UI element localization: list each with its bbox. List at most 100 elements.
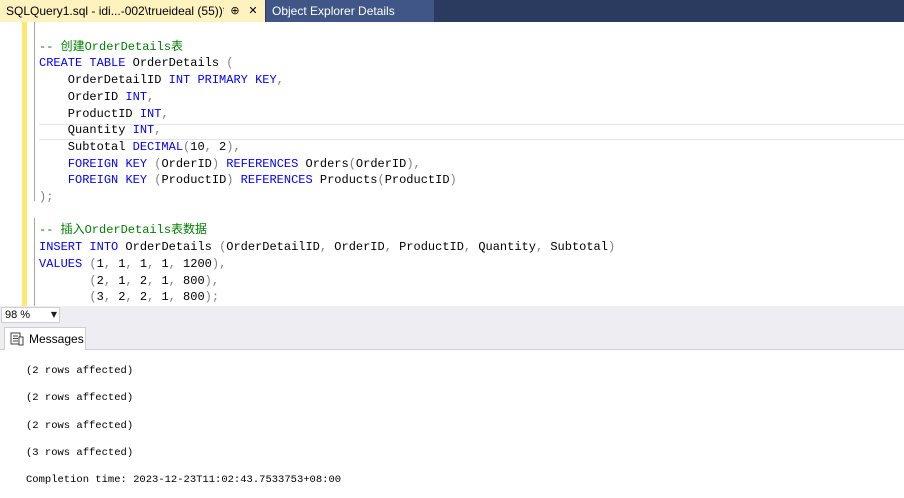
- code-line[interactable]: VALUES (1, 1, 1, 1, 1200),: [39, 256, 226, 273]
- code-operator: ,: [154, 123, 162, 138]
- tab-sqlquery1[interactable]: SQLQuery1.sql - idi...-002\trueideal (55…: [0, 0, 265, 22]
- code-line[interactable]: Quantity INT,: [39, 122, 162, 139]
- code-text: OrderID: [327, 240, 385, 255]
- editor-margin[interactable]: [0, 22, 22, 306]
- code-keyword: KEY: [255, 73, 277, 88]
- code-text: Orders: [298, 156, 349, 171]
- code-keyword: KEY: [125, 156, 148, 171]
- code-line[interactable]: (3, 2, 2, 1, 800);: [39, 289, 219, 306]
- tab-messages-label: Messages: [29, 332, 84, 346]
- code-operator: ,: [125, 256, 133, 271]
- code-line[interactable]: FOREIGN KEY (OrderID) REFERENCES Orders(…: [39, 156, 421, 173]
- code-operator: ,: [276, 73, 284, 88]
- outline-guide-insert: [34, 218, 35, 306]
- code-text: 1: [132, 256, 148, 271]
- code-operator: (: [89, 290, 97, 305]
- close-icon[interactable]: ✕: [246, 5, 260, 17]
- code-keyword: FOREIGN: [67, 156, 119, 171]
- code-line[interactable]: ProductID INT,: [39, 106, 169, 123]
- code-operator: ,: [147, 89, 155, 104]
- code-text: Subtotal: [39, 139, 133, 154]
- code-operator: ): [211, 156, 220, 171]
- code-keyword: REFERENCES: [240, 173, 313, 188]
- code-text: OrderID: [161, 156, 212, 171]
- results-tab-strip: Messages: [0, 324, 904, 350]
- outline-guide-create: [34, 22, 35, 201]
- code-operator: ): [607, 240, 616, 255]
- code-operator: (: [226, 56, 234, 71]
- code-operator: (: [377, 173, 385, 188]
- code-text: Subtotal: [543, 240, 608, 255]
- code-line[interactable]: );: [39, 189, 53, 206]
- code-operator: ,: [125, 290, 133, 305]
- code-keyword: INT: [168, 73, 191, 88]
- code-line[interactable]: (2, 1, 2, 1, 800),: [39, 273, 219, 290]
- tab-object-explorer-details[interactable]: Object Explorer Details: [266, 0, 434, 22]
- code-operator: ),: [226, 139, 241, 154]
- code-keyword: INSERT: [39, 240, 83, 255]
- code-comment: -- 插入OrderDetails表数据: [39, 223, 208, 238]
- code-text: 1: [154, 256, 169, 271]
- change-tracking-bar: [22, 22, 27, 306]
- code-keyword: INT: [139, 106, 162, 121]
- code-operator: (: [348, 156, 356, 171]
- messages-pane[interactable]: (2 rows affected) (2 rows affected) (2 r…: [0, 350, 904, 498]
- code-text: 1: [111, 273, 126, 288]
- pin-icon[interactable]: ⊕: [228, 5, 242, 17]
- code-keyword: VALUES: [39, 256, 83, 271]
- code-operator: ,: [168, 273, 176, 288]
- code-line[interactable]: -- 插入OrderDetails表数据: [39, 222, 207, 239]
- code-area[interactable]: -- 创建OrderDetails表 CREATE TABLE OrderDeta…: [39, 22, 904, 306]
- code-operator: ),: [204, 273, 220, 288]
- code-comment: -- 创建OrderDetails表: [39, 39, 184, 54]
- code-line[interactable]: OrderID INT,: [39, 89, 154, 106]
- code-operator: ,: [125, 273, 133, 288]
- message-line: (3 rows affected): [26, 447, 134, 459]
- code-keyword: INT: [125, 89, 148, 104]
- outlining-margin: [31, 22, 39, 306]
- code-operator: ,: [384, 240, 392, 255]
- code-text: ProductID: [384, 173, 450, 188]
- code-text: OrderDetails: [125, 56, 227, 71]
- code-keyword: INTO: [89, 240, 119, 255]
- code-operator: ),: [406, 156, 421, 171]
- code-text: Products: [312, 173, 378, 188]
- tab-messages[interactable]: Messages: [4, 327, 86, 350]
- tabstrip-empty-area: [434, 0, 904, 22]
- document-tab-strip: SQLQuery1.sql - idi...-002\trueideal (55…: [0, 0, 904, 22]
- zoom-value: 98 %: [5, 309, 31, 321]
- code-keyword: PRIMARY: [197, 73, 248, 88]
- code-text: 1: [154, 290, 169, 305]
- code-keyword: REFERENCES: [226, 156, 299, 171]
- code-operator: ,: [168, 256, 176, 271]
- code-keyword: CREATE: [39, 56, 83, 71]
- code-line[interactable]: Subtotal DECIMAL(10, 2),: [39, 139, 241, 156]
- chevron-down-icon[interactable]: ▼: [51, 308, 57, 322]
- code-line[interactable]: FOREIGN KEY (ProductID) REFERENCES Produ…: [39, 172, 457, 189]
- code-text: OrderDetailID: [226, 240, 320, 255]
- code-line[interactable]: -- 创建OrderDetails表: [39, 39, 183, 56]
- code-line[interactable]: CREATE TABLE OrderDetails (: [39, 55, 233, 72]
- zoom-combobox[interactable]: 98 % ▼: [1, 307, 60, 323]
- code-line[interactable]: INSERT INTO OrderDetails (OrderDetailID,…: [39, 239, 615, 256]
- code-keyword: DECIMAL: [132, 139, 184, 154]
- editor-status-bar: 98 % ▼: [0, 306, 904, 324]
- code-operator: ,: [103, 290, 112, 305]
- code-text: 1: [154, 273, 169, 288]
- code-text: 800: [175, 290, 205, 305]
- messages-icon: [10, 332, 24, 346]
- code-text: OrderID: [355, 156, 407, 171]
- tab-object-explorer-details-title: Object Explorer Details: [272, 4, 395, 18]
- code-operator: ),: [211, 256, 227, 271]
- query-editor[interactable]: -- 创建OrderDetails表 CREATE TABLE OrderDeta…: [0, 22, 904, 306]
- code-keyword: INT: [132, 123, 155, 138]
- code-operator: ,: [103, 256, 112, 271]
- completion-time: Completion time: 2023-12-23T11:02:43.753…: [26, 474, 342, 486]
- code-line[interactable]: OrderDetailID INT PRIMARY KEY,: [39, 72, 284, 89]
- code-text: 1: [111, 256, 126, 271]
